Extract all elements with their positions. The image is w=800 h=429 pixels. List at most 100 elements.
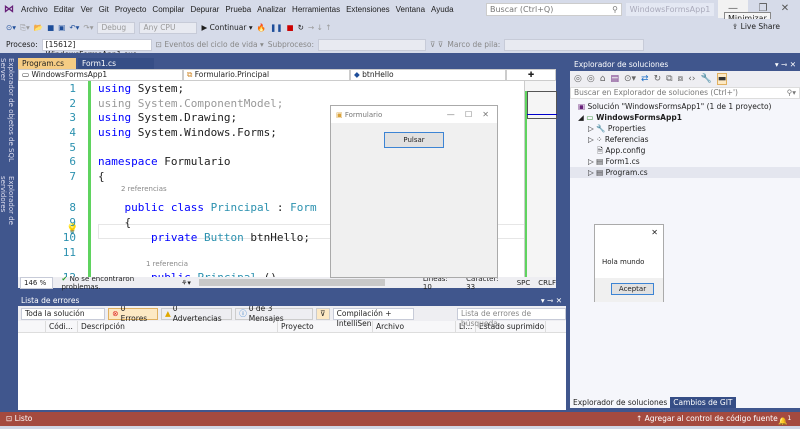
back-icon[interactable]: ⊙▾	[6, 23, 16, 32]
tree-item-appconfig[interactable]: 🗎 App.config	[570, 145, 800, 156]
source-control-button[interactable]: ↑ Agregar al control de código fuente ▴	[636, 412, 784, 426]
continue-label: Continuar	[209, 23, 247, 32]
codelens-references[interactable]: 1 referencia	[146, 260, 188, 268]
sync-icon[interactable]: ⇄	[641, 74, 649, 84]
class-dropdown[interactable]: ⧉ Formulario.Principal	[183, 69, 350, 81]
col-code[interactable]: Códi...	[46, 321, 78, 332]
standard-toolbar: ⊙▾ ⎘▾ 📂 ■ ▣ ↶▾ ↷▾ Debug Any CPU ▶ Contin…	[0, 19, 800, 36]
menu-editar[interactable]: Editar	[51, 5, 78, 14]
project-value: WindowsFormsApp1	[31, 70, 108, 79]
tree-item-project[interactable]: ◢ ▭ WindowsFormsApp1	[570, 112, 800, 123]
redo-icon[interactable]: ↷▾	[83, 23, 93, 32]
code-token: private	[98, 231, 198, 244]
menu-extensiones[interactable]: Extensiones	[343, 5, 393, 14]
live-share-button[interactable]: ⇪ Live Share	[732, 22, 780, 31]
menu-ventana[interactable]: Ventana	[393, 5, 428, 14]
menu-compilar[interactable]: Compilar	[149, 5, 187, 14]
scope-select[interactable]: Toda la solución	[21, 307, 106, 320]
brush-icon[interactable]: ⚘▾	[181, 279, 191, 287]
undo-icon[interactable]: ↶▾	[69, 23, 79, 32]
tab-program-cs[interactable]: Program.cs ⊸ ✕	[18, 58, 76, 79]
lifecycle-button[interactable]: ⊡ Eventos del ciclo de vida ▾	[156, 40, 264, 49]
refresh-icon[interactable]: ↻	[654, 74, 662, 84]
menu-depurar[interactable]: Depurar	[187, 5, 222, 14]
properties-icon[interactable]: 🔧	[700, 74, 711, 84]
solution-search-input[interactable]: Buscar en Explorador de soluciones (Ctrl…	[570, 87, 800, 99]
error-search-input[interactable]: Lista de errores de búsqueda	[456, 307, 566, 328]
tree-item-form1[interactable]: ▷ ▤ Form1.cs	[570, 156, 800, 167]
messages-filter[interactable]: ⓘ 0 de 3 Mensajes	[235, 304, 314, 323]
collapse-icon[interactable]: ⧉	[666, 74, 672, 84]
filter-icon[interactable]: ⊽ ⊽	[430, 40, 443, 49]
tree-item-properties[interactable]: ▷ 🔧 Properties	[570, 123, 800, 134]
horizontal-scrollbar[interactable]	[198, 279, 385, 286]
pulsar-button[interactable]: Pulsar	[384, 132, 444, 148]
restart-icon[interactable]: ↻	[298, 23, 304, 32]
new-item-icon[interactable]: ⎘▾	[20, 23, 30, 33]
tree-item-solution[interactable]: ▣ Solución "WindowsFormsApp1" (1 de 1 pr…	[570, 101, 800, 112]
save-all-icon[interactable]: ▣	[58, 23, 65, 32]
menu-proyecto[interactable]: Proyecto	[112, 5, 150, 14]
step-icons[interactable]: → ↓ ↑	[308, 23, 332, 32]
aceptar-button[interactable]: Aceptar	[611, 283, 654, 295]
errors-filter[interactable]: ⊗ 0 Errores	[108, 304, 158, 323]
thread-select[interactable]	[318, 38, 427, 51]
code-token: Button	[203, 231, 244, 244]
split-button[interactable]: ✚	[506, 69, 556, 81]
tab-form1-design[interactable]: Form1.cs [Diseño]	[78, 58, 154, 79]
hot-reload-icon[interactable]: 🔥	[257, 23, 266, 32]
pending-changes-icon[interactable]: ⊙▾	[624, 74, 636, 84]
project-dropdown[interactable]: ▭ WindowsFormsApp1	[18, 69, 183, 81]
codelens-references[interactable]: 2 referencias	[121, 185, 167, 193]
code-minimap[interactable]	[524, 81, 557, 277]
build-select[interactable]: Compilación + IntelliSen	[332, 307, 414, 328]
forward-icon[interactable]: ◎	[587, 74, 595, 84]
pause-icon[interactable]: ❚❚	[270, 23, 283, 32]
search-input[interactable]: Buscar (Ctrl+Q) ⚲	[486, 3, 622, 16]
zoom-select[interactable]: 146 %	[20, 276, 54, 289]
close-button[interactable]: ✕	[770, 0, 800, 18]
issues-indicator[interactable]: ✔ No se encontraron problemas.	[61, 275, 173, 291]
tree-item-references[interactable]: ▷ ⁘ Referencias	[570, 134, 800, 145]
menu-herramientas[interactable]: Herramientas	[289, 5, 343, 14]
preview-icon[interactable]: ▬	[716, 73, 728, 85]
code-token: using	[98, 82, 132, 95]
code-icon[interactable]: ‹›	[688, 74, 695, 84]
panel-controls[interactable]: ▾ ⊸ ✕	[541, 295, 562, 306]
col-description[interactable]: Descripción	[78, 321, 278, 332]
warnings-filter[interactable]: ▲ 0 Advertencias	[160, 304, 233, 323]
continue-button[interactable]: ▶ Continuar ▾	[201, 23, 252, 32]
tab-solution-explorer[interactable]: Explorador de soluciones	[570, 397, 671, 408]
menu-analizar[interactable]: Analizar	[254, 5, 289, 14]
member-dropdown[interactable]: ◆ btnHello	[350, 69, 506, 81]
config-select[interactable]: Debug	[97, 21, 136, 34]
platform-select[interactable]: Any CPU	[139, 21, 198, 34]
notifications-icon[interactable]: 🔔1	[778, 412, 791, 429]
menu-archivo[interactable]: Archivo	[18, 5, 51, 14]
solution-search-placeholder: Buscar en Explorador de soluciones (Ctrl…	[574, 88, 738, 97]
form-window-controls[interactable]: — ☐ ✕	[447, 110, 489, 119]
col-file[interactable]: Archivo	[373, 321, 456, 332]
menu-ayuda[interactable]: Ayuda	[428, 5, 457, 14]
home-icon[interactable]: ⌂	[600, 74, 606, 84]
tab-git-changes[interactable]: Cambios de GIT	[670, 397, 736, 408]
menu-prueba[interactable]: Prueba	[222, 5, 254, 14]
process-select[interactable]: [15612] WindowsFormsApp1.exe ▾	[41, 38, 152, 59]
filter-button[interactable]: ⊽	[316, 307, 330, 320]
side-tab-servers[interactable]: Explorador de servidores	[0, 176, 15, 256]
panel-controls[interactable]: ▾ ⊸ ✕	[775, 58, 796, 71]
show-all-icon[interactable]: ⧇	[678, 74, 684, 84]
open-icon[interactable]: 📂	[34, 23, 43, 32]
menu-ver[interactable]: Ver	[78, 5, 96, 14]
back-icon[interactable]: ◎	[574, 74, 582, 84]
stop-icon[interactable]: ■	[287, 23, 294, 32]
save-icon[interactable]: ■	[47, 23, 54, 32]
stack-select[interactable]	[504, 38, 645, 51]
side-tab-sql[interactable]: Explorador de objetos de SQL Server	[0, 58, 15, 168]
msgbox-close-icon[interactable]: ✕	[651, 228, 658, 237]
code-line: using System.Windows.Forms;	[98, 126, 277, 139]
tree-item-program[interactable]: ▷ ▤ Program.cs	[570, 167, 800, 178]
menu-git[interactable]: Git	[96, 5, 112, 14]
switch-views-icon[interactable]: ▤	[610, 74, 619, 84]
search-icon: ⚲▾	[786, 88, 796, 97]
